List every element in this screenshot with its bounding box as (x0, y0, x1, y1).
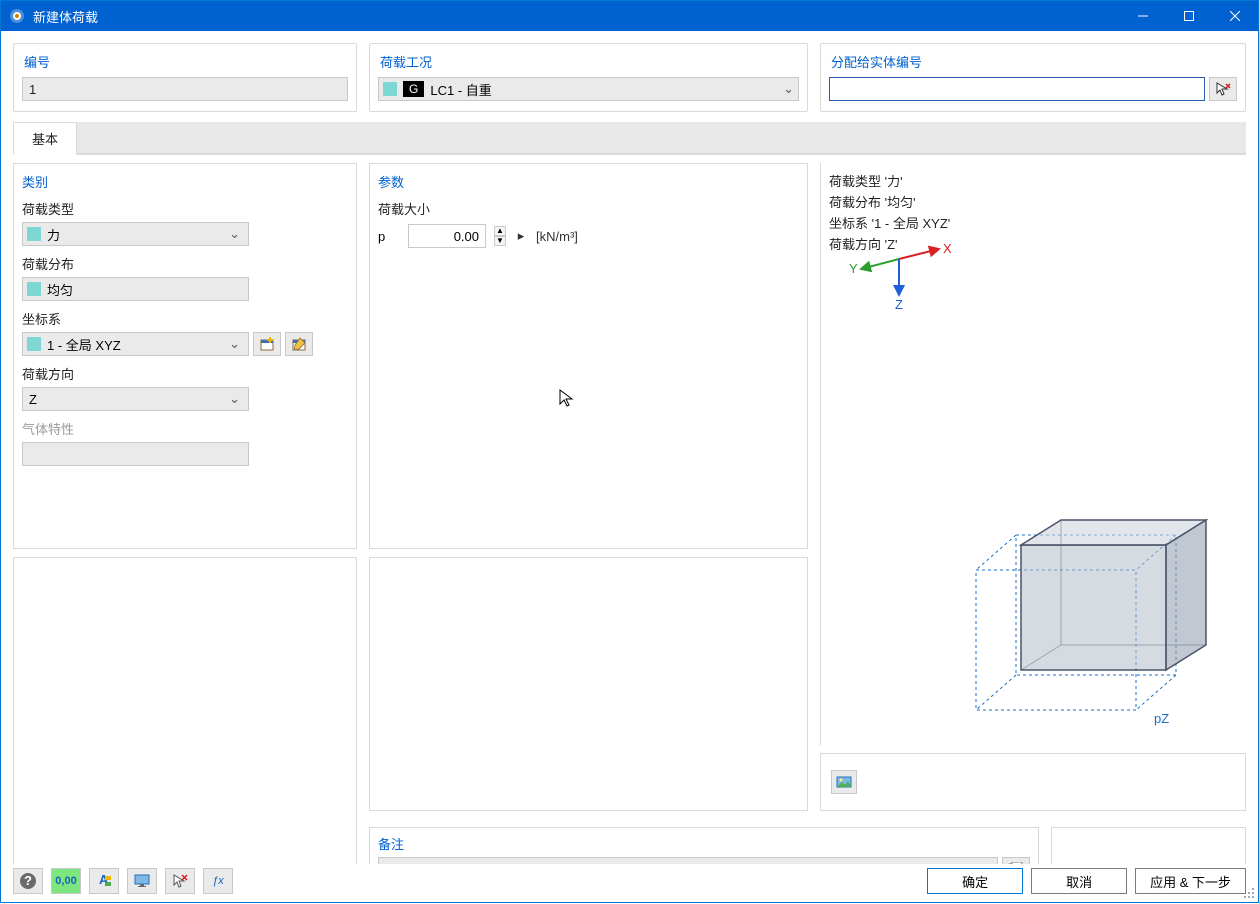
svg-text:X: X (943, 241, 951, 256)
assign-input[interactable] (829, 77, 1205, 101)
loadcase-selected-text: LC1 - 自重 (430, 80, 777, 99)
new-coord-button[interactable] (253, 332, 281, 356)
coord-label: 坐标系 (22, 309, 348, 328)
mid-spacer-panel (369, 557, 808, 811)
param-symbol: p (378, 229, 400, 244)
distribution-value: 均匀 (47, 280, 73, 299)
color-swatch (27, 282, 41, 296)
load-type-label: 荷载类型 (22, 199, 348, 218)
text-settings-button[interactable]: A (89, 868, 119, 894)
play-icon[interactable]: ▸ (514, 229, 528, 243)
titlebar: 新建体荷载 (1, 1, 1258, 31)
preview-line-3: 坐标系 '1 - 全局 XYZ' (829, 213, 1238, 232)
preview-panel: 荷载类型 '力' 荷载分布 '均匀' 坐标系 '1 - 全局 XYZ' 荷载方向… (820, 163, 1246, 745)
preview-image-button[interactable] (831, 770, 857, 794)
svg-text:?: ? (24, 873, 32, 888)
preview-bottom-panel (820, 753, 1246, 811)
pick-objects-button[interactable] (1209, 77, 1237, 101)
chevron-down-icon: ⌄ (229, 226, 244, 242)
params-panel: 参数 荷载大小 p ▲ ▼ ▸ [kN/m³] (369, 163, 808, 549)
gas-display (22, 442, 249, 466)
loadcase-panel: 荷载工况 G LC1 - 自重 ⌄ (369, 43, 808, 112)
chevron-down-icon: ⌄ (783, 81, 794, 97)
display-button[interactable] (127, 868, 157, 894)
loadcase-color-swatch (383, 82, 397, 96)
help-button[interactable]: ? (13, 868, 43, 894)
color-swatch (27, 337, 41, 351)
window-title: 新建体荷载 (33, 7, 1120, 26)
clear-pick-button[interactable] (165, 868, 195, 894)
preview-cube: pZ (956, 505, 1216, 735)
apply-next-button[interactable]: 应用 & 下一步 (1135, 868, 1246, 894)
tabs: 基本 (13, 122, 1246, 155)
param-unit: [kN/m³] (536, 229, 578, 244)
svg-text:pZ: pZ (1154, 711, 1169, 726)
spin-up-icon[interactable]: ▲ (494, 226, 506, 236)
category-title: 类别 (22, 172, 348, 191)
preview-line-2: 荷载分布 '均匀' (829, 192, 1238, 211)
magnitude-label: 荷载大小 (378, 199, 799, 218)
params-title: 参数 (378, 172, 799, 191)
cursor-icon (558, 388, 574, 408)
cancel-button[interactable]: 取消 (1031, 868, 1127, 894)
svg-text:Y: Y (849, 261, 858, 276)
maximize-button[interactable] (1166, 1, 1212, 31)
direction-label: 荷载方向 (22, 364, 348, 383)
number-input[interactable]: 1 (22, 77, 348, 101)
loadcase-category-badge: G (403, 81, 424, 97)
load-type-value: 力 (47, 225, 223, 244)
units-button[interactable]: 0,00 (51, 868, 81, 894)
svg-text:Z: Z (895, 297, 903, 311)
app-icon (9, 8, 25, 24)
resize-grip[interactable] (1242, 886, 1256, 900)
tab-basic[interactable]: 基本 (13, 122, 77, 155)
coord-select[interactable]: 1 - 全局 XYZ ⌄ (22, 332, 249, 356)
close-button[interactable] (1212, 1, 1258, 31)
assign-panel: 分配给实体编号 (820, 43, 1246, 112)
color-swatch (27, 227, 41, 241)
number-panel: 编号 1 (13, 43, 357, 112)
direction-select[interactable]: Z ⌄ (22, 387, 249, 411)
distribution-display: 均匀 (22, 277, 249, 301)
function-button[interactable]: ƒx (203, 868, 233, 894)
minimize-button[interactable] (1120, 1, 1166, 31)
assign-label: 分配给实体编号 (829, 50, 1237, 77)
notes-label: 备注 (378, 834, 1030, 857)
spin-buttons[interactable]: ▲ ▼ (494, 226, 506, 246)
direction-value: Z (27, 392, 223, 407)
distribution-label: 荷载分布 (22, 254, 348, 273)
coord-value: 1 - 全局 XYZ (47, 335, 223, 354)
chevron-down-icon: ⌄ (229, 336, 244, 352)
loadcase-label: 荷载工况 (378, 50, 799, 77)
edit-coord-button[interactable] (285, 332, 313, 356)
spin-down-icon[interactable]: ▼ (494, 236, 506, 246)
loadcase-select[interactable]: G LC1 - 自重 ⌄ (378, 77, 799, 101)
left-spacer-panel (13, 557, 357, 892)
param-value-input[interactable] (408, 224, 486, 248)
category-panel: 类别 荷载类型 力 ⌄ 荷载分布 均匀 坐标系 (13, 163, 357, 549)
ok-button[interactable]: 确定 (927, 868, 1023, 894)
gas-label: 气体特性 (22, 419, 348, 438)
chevron-down-icon: ⌄ (229, 391, 244, 407)
axis-triad: X Y Z (841, 241, 951, 311)
bottom-toolbar: ? 0,00 A ƒx 确定 取消 应用 & 下一步 (1, 864, 1258, 902)
load-type-select[interactable]: 力 ⌄ (22, 222, 249, 246)
number-label: 编号 (22, 50, 348, 77)
preview-line-1: 荷载类型 '力' (829, 171, 1238, 190)
